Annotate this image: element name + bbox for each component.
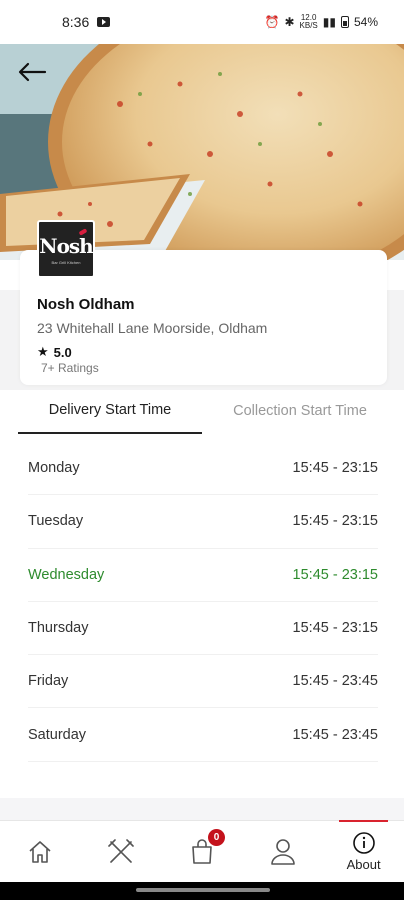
arrow-left-icon xyxy=(18,62,47,82)
logo-subtext: Bar Grill Kitchen xyxy=(51,259,81,265)
logo-text: Nosh xyxy=(39,233,93,258)
restaurant-logo: Nosh Bar Grill Kitchen xyxy=(37,220,95,278)
day-label: Tuesday xyxy=(28,513,84,530)
hours-row-wednesday: Wednesday 15:45 - 23:15 xyxy=(28,549,378,602)
youtube-notification-icon xyxy=(97,17,111,27)
home-icon xyxy=(29,840,51,863)
day-label: Monday xyxy=(28,460,80,477)
hours-row-monday: Monday 15:45 - 23:15 xyxy=(28,442,378,496)
user-icon xyxy=(270,838,295,865)
system-nav-bar xyxy=(0,882,404,900)
time-range: 15:45 - 23:15 xyxy=(292,460,378,477)
nav-about[interactable]: About xyxy=(323,820,404,882)
alarm-icon: ⏰ xyxy=(264,15,280,29)
nav-cart[interactable]: 0 xyxy=(162,821,243,882)
hours-row-friday: Friday 15:45 - 23:45 xyxy=(28,655,378,709)
signal-icon: ▮▮ xyxy=(322,15,336,29)
cart-badge: 0 xyxy=(207,829,225,846)
hours-row-thursday: Thursday 15:45 - 23:15 xyxy=(28,602,378,656)
time-range: 15:45 - 23:45 xyxy=(292,726,378,743)
restaurant-card: Nosh Bar Grill Kitchen Nosh Oldham 23 Wh… xyxy=(20,220,387,385)
time-range: 15:45 - 23:15 xyxy=(292,513,378,530)
nav-home[interactable] xyxy=(0,821,81,882)
day-label: Saturday xyxy=(28,726,87,743)
rating-value: 5.0 xyxy=(53,344,72,360)
content-footer-band xyxy=(0,798,404,820)
hours-row-tuesday: Tuesday 15:45 - 23:15 xyxy=(28,495,378,549)
bluetooth-icon: ✱ xyxy=(284,15,295,29)
star-icon: ★ xyxy=(37,344,49,359)
time-tabs: Delivery Start Time Collection Start Tim… xyxy=(0,388,404,434)
back-button[interactable] xyxy=(14,56,50,88)
ratings-count: 7+ Ratings xyxy=(41,361,99,375)
tab-collection-start-time[interactable]: Collection Start Time xyxy=(208,388,392,434)
net-speed: 12.0 KB/S xyxy=(300,14,318,30)
nav-menu[interactable] xyxy=(81,821,162,882)
time-range: 15:45 - 23:45 xyxy=(292,673,378,690)
bottom-nav: 0 About xyxy=(0,820,404,882)
opening-hours-list: Monday 15:45 - 23:15 Tuesday 15:45 - 23:… xyxy=(28,442,378,762)
tab-delivery-start-time[interactable]: Delivery Start Time xyxy=(18,388,202,434)
info-icon xyxy=(352,832,375,854)
status-icons: ⏰ ✱ 12.0 KB/S ▮▮ 54% xyxy=(265,14,379,30)
status-bar: 8:36 ⏰ ✱ 12.0 KB/S ▮▮ 54% xyxy=(0,0,404,44)
time-range: 15:45 - 23:15 xyxy=(292,620,378,637)
day-label: Thursday xyxy=(28,620,89,637)
rating: ★ 5.0 xyxy=(37,344,72,360)
battery-icon xyxy=(340,16,349,28)
day-label: Friday xyxy=(28,673,69,690)
hours-row-saturday: Saturday 15:45 - 23:45 xyxy=(28,708,378,762)
nav-account[interactable] xyxy=(242,821,323,882)
net-speed-unit: KB/S xyxy=(299,21,318,30)
nav-about-label: About xyxy=(346,857,381,872)
restaurant-name: Nosh Oldham xyxy=(37,296,135,313)
home-gesture-handle[interactable] xyxy=(136,888,270,892)
restaurant-address: 23 Whitehall Lane Moorside, Oldham xyxy=(37,320,268,336)
battery-percent: 54% xyxy=(353,15,378,29)
day-label: Wednesday xyxy=(28,566,105,583)
fork-knife-icon xyxy=(108,838,134,863)
time-range: 15:45 - 23:15 xyxy=(292,566,378,583)
status-time: 8:36 xyxy=(62,14,90,30)
